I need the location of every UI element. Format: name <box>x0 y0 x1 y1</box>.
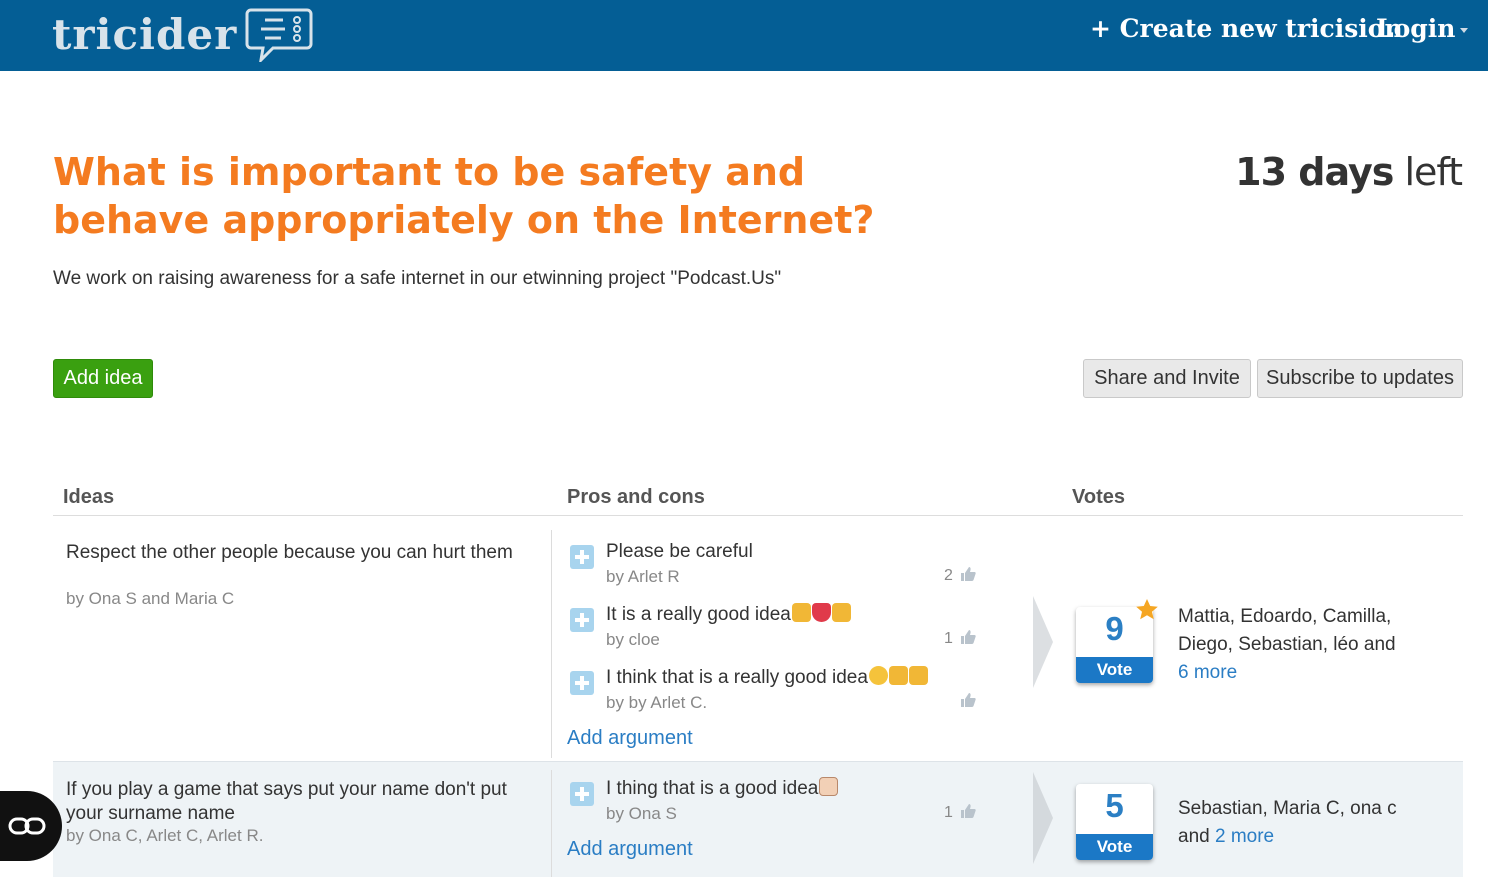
pro-plus-icon <box>570 608 594 632</box>
question-description: We work on raising awareness for a safe … <box>53 268 782 289</box>
add-argument-link[interactable]: Add argument <box>567 838 693 861</box>
heart-emoji-icon <box>811 603 831 623</box>
voters-list: Sebastian, Maria C, ona c and 2 more <box>1178 795 1428 851</box>
vote-count: 5 <box>1105 787 1124 824</box>
ideas-column-header: Ideas <box>63 486 115 508</box>
thumbs-up-emoji-icon <box>831 603 851 623</box>
argument-author: by by Arlet C. <box>606 693 708 712</box>
vote-label: Vote <box>1076 834 1153 860</box>
days-left-number: 13 days <box>1235 150 1394 194</box>
argument-text: It is a really good idea <box>606 604 791 625</box>
thumbs-up-icon[interactable] <box>960 566 976 582</box>
ok-hand-emoji-icon <box>888 666 908 686</box>
argument-text-line: I think that is a really good idea <box>606 666 928 689</box>
idea-text: Respect the other people because you can… <box>66 542 513 563</box>
speech-bubble-icon <box>245 8 313 62</box>
argument-item: It is a really good idea by cloe 1 <box>570 603 980 654</box>
thumbs-up-emoji-icon <box>819 777 839 797</box>
votes-column-header: Votes <box>1072 486 1125 508</box>
subscribe-button[interactable]: Subscribe to updates <box>1257 359 1463 398</box>
argument-item: I thing that is a good idea by Ona S 1 <box>570 777 980 828</box>
days-left: 13 days left <box>1235 150 1463 194</box>
chevron-right-icon <box>1033 772 1053 864</box>
header-divider <box>53 515 1463 516</box>
like-count: 1 <box>944 804 953 821</box>
wink-kiss-emoji-icon <box>868 666 888 686</box>
pro-plus-icon <box>570 545 594 569</box>
voter-names: Mattia, Edoardo, Camilla, Diego, Sebasti… <box>1178 606 1396 655</box>
pro-plus-icon <box>570 671 594 695</box>
vote-button[interactable]: 5 Vote <box>1076 784 1153 860</box>
argument-item: Please be careful by Arlet R 2 <box>570 541 980 591</box>
argument-text: I thing that is a good idea <box>606 778 819 799</box>
idea-author: by Ona C, Arlet C, Arlet R. <box>66 826 264 845</box>
row-divider <box>53 761 1463 762</box>
thumbs-up-icon[interactable] <box>960 629 976 645</box>
chevron-right-icon <box>1033 596 1053 688</box>
like-count: 1 <box>944 630 953 647</box>
column-divider <box>551 530 552 758</box>
more-voters-link[interactable]: 2 more <box>1215 826 1274 847</box>
idea-author: by Ona S and Maria C <box>66 589 235 608</box>
clap-emoji-icon <box>908 666 928 686</box>
voters-list: Mattia, Edoardo, Camilla, Diego, Sebasti… <box>1178 603 1428 687</box>
question-title: What is important to be safety and behav… <box>53 150 875 242</box>
argument-text-line: I thing that is a good idea <box>606 777 839 800</box>
star-icon <box>1136 599 1158 620</box>
days-left-suffix: left <box>1404 150 1463 194</box>
column-divider <box>551 770 552 877</box>
logo-text: tricider <box>52 9 238 59</box>
argument-author: by Arlet R <box>606 567 680 586</box>
tricider-logo[interactable]: tricider <box>52 6 313 62</box>
add-idea-button[interactable]: Add idea <box>53 359 153 398</box>
login-menu[interactable]: Login <box>1376 14 1469 43</box>
thumbs-up-icon[interactable] <box>960 803 976 819</box>
idea-text: If you play a game that says put your na… <box>66 779 507 824</box>
argument-text-line: It is a really good idea <box>606 603 851 626</box>
login-label: Login <box>1376 14 1456 43</box>
caret-down-icon <box>1460 28 1469 33</box>
top-navigation-bar: tricider + Create new tricision Login <box>0 0 1488 71</box>
voter-names: Sebastian, Maria C, ona c and <box>1178 798 1397 847</box>
more-voters-link[interactable]: 6 more <box>1178 662 1237 683</box>
argument-author: by cloe <box>606 630 660 649</box>
create-tricision-link[interactable]: + Create new tricision <box>1090 14 1403 43</box>
argument-author: by Ona S <box>606 804 677 823</box>
argument-text: I think that is a really good idea <box>606 667 868 688</box>
argument-item: I think that is a really good idea by by… <box>570 666 980 717</box>
share-and-invite-button[interactable]: Share and Invite <box>1083 359 1251 398</box>
thumbs-up-icon[interactable] <box>960 692 976 708</box>
add-argument-link[interactable]: Add argument <box>567 727 693 750</box>
vote-label: Vote <box>1076 657 1153 683</box>
argument-text: Please be careful <box>606 541 753 562</box>
link-icon <box>8 817 46 835</box>
like-count: 2 <box>944 567 953 584</box>
pro-plus-icon <box>570 782 594 806</box>
pros-cons-column-header: Pros and cons <box>567 486 705 508</box>
thumbs-up-emoji-icon <box>791 603 811 623</box>
